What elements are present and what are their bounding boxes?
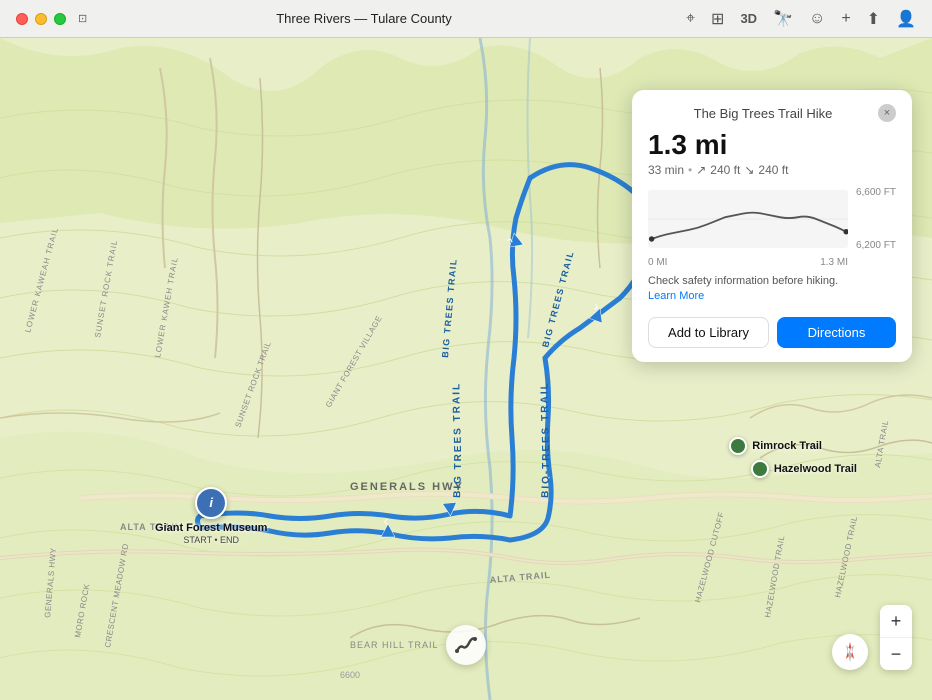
svg-text:BEAR HILL TRAIL: BEAR HILL TRAIL [350,640,439,650]
safety-text-content: Check safety information before hiking. [648,275,838,287]
maximize-button[interactable] [54,13,66,25]
duration-value: 33 min [648,163,684,177]
svg-text:N: N [847,648,852,655]
card-distance-value: 1.3 mi [648,130,896,161]
window-title: Three Rivers — Tulare County [102,11,626,26]
learn-more-link[interactable]: Learn More [648,290,704,302]
svg-text:GENERALS HWY: GENERALS HWY [350,481,464,493]
hazelwood-trail-marker[interactable]: Hazelwood Trail [751,460,857,478]
rimrock-trail-marker[interactable]: Rimrock Trail [729,437,822,455]
distance-end-label: 1.3 MI [820,257,848,268]
svg-text:BIO-TREES TRAIL: BIO-TREES TRAIL [539,381,552,498]
face-icon[interactable]: ☺ [809,10,825,28]
elevation-svg [648,187,848,251]
close-button[interactable] [16,13,28,25]
museum-marker[interactable]: i Giant Forest Museum START • END [155,487,267,545]
card-actions: Add to Library Directions [648,317,896,348]
elevation-up-value: 240 ft [710,163,740,177]
svg-text:BIG TREES TRAIL: BIG TREES TRAIL [451,382,464,498]
map-icon[interactable]: ⊞ [711,9,724,29]
3d-label[interactable]: 3D [740,11,757,26]
distance-display: 1.3 mi 33 min • ↗ 240 ft ↘ 240 ft [648,130,896,177]
card-header: The Big Trees Trail Hike × [648,104,896,122]
location-icon[interactable]: ⌖ [686,10,695,28]
zoom-in-button[interactable]: + [880,605,912,637]
arrow-up-icon: ↗ [696,163,706,177]
elevation-down-value: 240 ft [758,163,788,177]
elevation-high-label: 6,600 FT [856,187,896,198]
arrow-down-icon: ↘ [744,163,754,177]
trail-routing-icon[interactable] [446,625,486,665]
zoom-controls: + − [880,605,912,670]
minimize-button[interactable] [35,13,47,25]
distance-start-label: 0 MI [648,257,667,268]
map-container[interactable]: › › › › GENERALS HWY ALTA TRAIL ALTA TRA… [0,38,932,700]
svg-text:6600: 6600 [340,670,360,680]
window-icon: ⊡ [78,12,94,26]
traffic-lights[interactable] [16,13,66,25]
toolbar: ⌖ ⊞ 3D 🔭 ☺ + ⬆ 👤 [686,9,916,29]
museum-name: Giant Forest Museum [155,522,267,535]
close-card-button[interactable]: × [878,104,896,122]
directions-button[interactable]: Directions [777,317,896,348]
museum-icon: i [195,487,227,519]
info-card: The Big Trees Trail Hike × 1.3 mi 33 min… [632,90,912,362]
north-indicator[interactable]: N [832,634,868,670]
safety-info: Check safety information before hiking. … [648,274,896,305]
card-title: The Big Trees Trail Hike [648,106,878,121]
add-icon[interactable]: + [841,10,850,28]
account-icon[interactable]: 👤 [896,9,916,29]
separator-1: • [688,163,692,177]
binoculars-icon[interactable]: 🔭 [773,9,793,29]
hazelwood-trail-label: Hazelwood Trail [774,463,857,475]
title-bar: ⊡ Three Rivers — Tulare County ⌖ ⊞ 3D 🔭 … [0,0,932,38]
share-icon[interactable]: ⬆ [867,9,880,29]
rimrock-trail-label: Rimrock Trail [752,440,822,452]
museum-sub: START • END [183,535,239,545]
add-to-library-button[interactable]: Add to Library [648,317,769,348]
elevation-low-label: 6,200 FT [856,240,896,251]
card-meta: 33 min • ↗ 240 ft ↘ 240 ft [648,163,896,177]
elevation-labels: 6,600 FT 6,200 FT [856,187,896,251]
zoom-out-button[interactable]: − [880,638,912,670]
distance-labels: 0 MI 1.3 MI [648,257,896,268]
elevation-chart: 6,600 FT 6,200 FT [648,187,896,251]
